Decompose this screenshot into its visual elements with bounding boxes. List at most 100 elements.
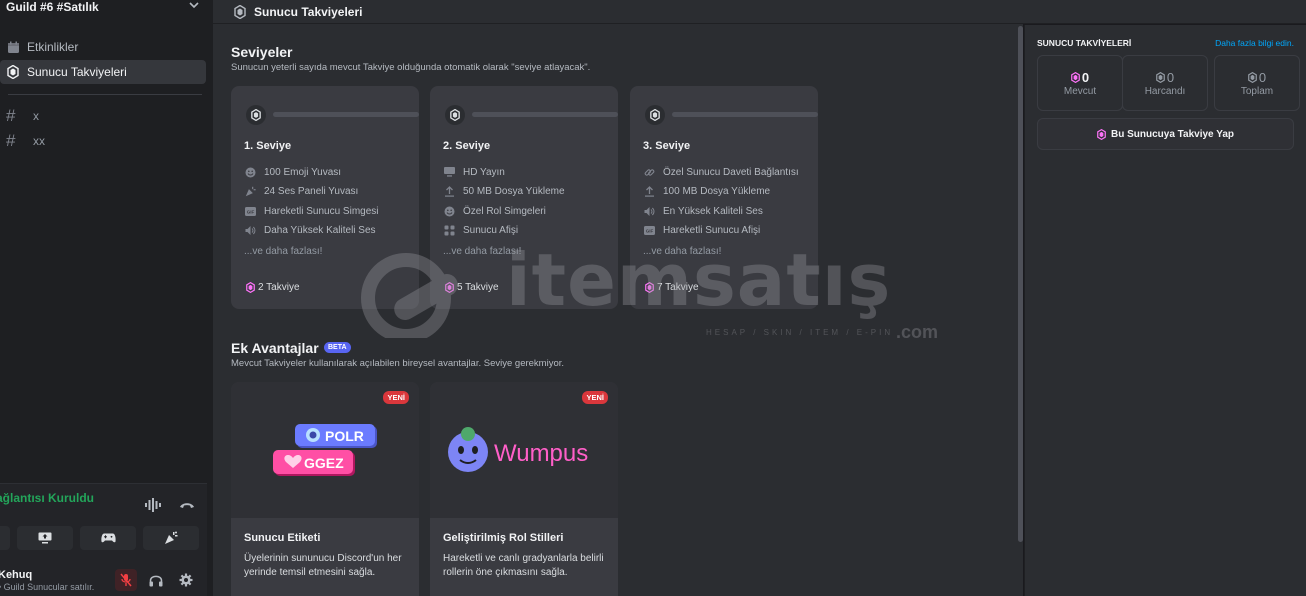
upload-icon [443,185,455,197]
beta-badge: BETA [324,342,351,353]
sidebar-item-label: Sunucu Takviyeleri [27,65,127,79]
tag-text-ggez: GGEZ [304,455,344,471]
speaker-icon [244,224,256,236]
deafen-button[interactable] [145,569,167,591]
tier-progress-track [472,112,618,117]
boost-gem-icon [645,282,654,293]
tier-progress-track [273,112,419,117]
user-custom-status: • Guild Sunucular satılır. [0,582,95,592]
boost-gem-icon [234,4,246,19]
upload-icon [643,185,655,197]
boost-gem-icon [1097,128,1106,140]
extras-description: Mevcut Takviyeler kullanılarak açılabile… [231,358,565,369]
user-panel: Kehuq • Guild Sunucular satılır. [0,569,207,595]
activity-button[interactable] [80,526,136,550]
hash-icon: # [6,131,16,150]
page-title: Sunucu Takviyeleri [254,4,363,19]
panel-title: SUNUCU TAKVİYELERİ [1037,38,1132,48]
gif-icon: GIF [244,205,256,217]
tier-boost-requirement: 5 Takviye [445,282,499,293]
perk-card-role-styles[interactable]: Wumpus YENİ Geliştirilmiş Rol Stilleri H… [430,382,618,596]
more-perks: ...ve daha fazlası! [443,246,522,257]
perk-card-description: Üyelerinin sununucu Discord'un her yerin… [244,553,402,578]
stat-spent: 0 Harcandı [1122,55,1208,111]
svg-text:GIF: GIF [246,209,254,214]
perk-item: GIF Hareketli Sunucu Afişi [643,224,760,236]
learn-more-link[interactable]: Daha fazla bilgi edin. [1215,38,1294,48]
sidebar-item-events[interactable]: Etkinlikler [0,35,206,59]
more-perks: ...ve daha fazlası! [643,246,722,257]
perk-item: GIF Hareketli Sunucu Simgesi [244,205,379,217]
app-window: Guild #6 #Satılık Etkinlikler Sunucu Tak… [0,0,1306,596]
banner-icon [443,224,455,236]
voice-status: ağlantısı Kuruldu [0,491,95,505]
tier-name: 1. Seviye [244,140,292,152]
sidebar-item-server-boosts[interactable]: Sunucu Takviyeleri [0,60,206,84]
boost-gem-icon [1248,72,1257,83]
gif-icon: GIF [643,224,655,236]
guild-header[interactable]: Guild #6 #Satılık [0,0,213,14]
stream-icon [443,166,455,178]
screen-share-button[interactable] [17,526,73,550]
emoji-icon [443,205,455,217]
user-settings-button[interactable] [175,569,197,591]
perk-card-server-tag[interactable]: POLR GGEZ YENİ Sunucu Etiketi Üyelerinin… [231,382,419,596]
soundboard-button[interactable] [143,526,199,550]
perk-item: En Yüksek Kaliteli Ses [643,205,763,217]
voice-action-button[interactable] [0,526,10,550]
boost-gem-icon [6,65,20,79]
speaker-icon [643,205,655,217]
svg-text:GIF: GIF [645,228,653,233]
signal-icon[interactable] [145,498,161,517]
tier-boost-requirement: 2 Takviye [246,282,300,293]
boost-gem-icon [1156,72,1165,83]
username: Kehuq [0,569,33,581]
tier-card-3: 3. Seviye Özel Sunucu Daveti Bağlantısı … [630,86,818,309]
channel-item[interactable]: # xx [0,129,206,153]
perk-item: HD Yayın [443,166,505,178]
soundboard-icon [165,531,178,544]
tier-progress-track [672,112,818,117]
perk-card-description: Hareketli ve canlı gradyanlarla belirli … [443,553,604,578]
more-perks: ...ve daha fazlası! [244,246,323,257]
new-badge: YENİ [582,391,608,404]
gamepad-icon [100,533,116,543]
hash-icon: # [6,106,16,125]
boost-gem-icon [246,282,255,293]
perk-item: 100 Emoji Yuvası [244,166,341,178]
channel-sidebar: Guild #6 #Satılık Etkinlikler Sunucu Tak… [0,0,213,596]
mic-muted-icon [120,573,132,587]
channel-name: xx [33,134,45,148]
mute-button[interactable] [115,569,137,591]
tier-boost-requirement: 7 Takviye [645,282,699,293]
guild-name: Guild #6 #Satılık [6,0,99,14]
channel-item[interactable]: # x [0,104,206,128]
boost-summary-panel: SUNUCU TAKVİYELERİ Daha fazla bilgi edin… [1024,25,1306,596]
screen-share-icon [38,532,52,544]
top-bar: Sunucu Takviyeleri [213,0,1306,24]
tier-name: 3. Seviye [643,140,691,152]
perk-item: Özel Sunucu Daveti Bağlantısı [643,166,799,178]
tier-gem-icon [246,105,266,125]
perk-item: 50 MB Dosya Yükleme [443,185,565,197]
perk-item: Sunucu Afişi [443,224,518,236]
perk-item: Daha Yüksek Kaliteli Ses [244,224,376,236]
emoji-icon [244,166,256,178]
sidebar-item-label: Etkinlikler [27,40,79,54]
chevron-down-icon [189,2,199,9]
boost-gem-icon [445,282,454,293]
sidebar-divider [8,94,202,95]
tier-gem-icon [445,105,465,125]
levels-title: Seviyeler [231,44,293,60]
gear-icon [179,573,193,587]
tag-text-polr: POLR [325,428,364,444]
boost-this-server-button[interactable]: Bu Sunucuya Takviye Yap [1037,118,1294,150]
stat-available: 0 Mevcut [1037,55,1123,111]
link-icon [643,166,655,178]
disconnect-icon[interactable] [179,498,195,517]
role-style-text: Wumpus [494,440,588,467]
main-scrollbar[interactable] [1018,26,1023,542]
perk-card-title: Geliştirilmiş Rol Stilleri [443,532,564,544]
perk-card-title: Sunucu Etiketi [244,532,321,544]
voice-connection-panel: ağlantısı Kuruldu il [0,483,207,596]
